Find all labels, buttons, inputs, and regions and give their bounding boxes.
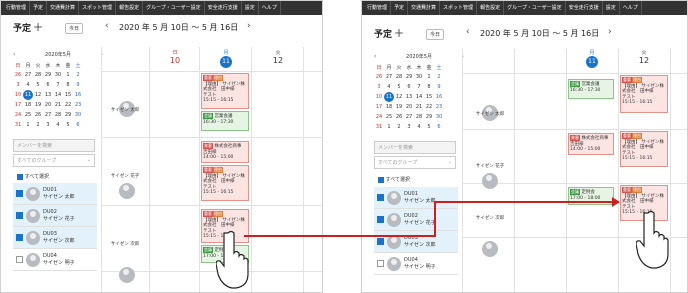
drag-arrow	[244, 197, 620, 237]
